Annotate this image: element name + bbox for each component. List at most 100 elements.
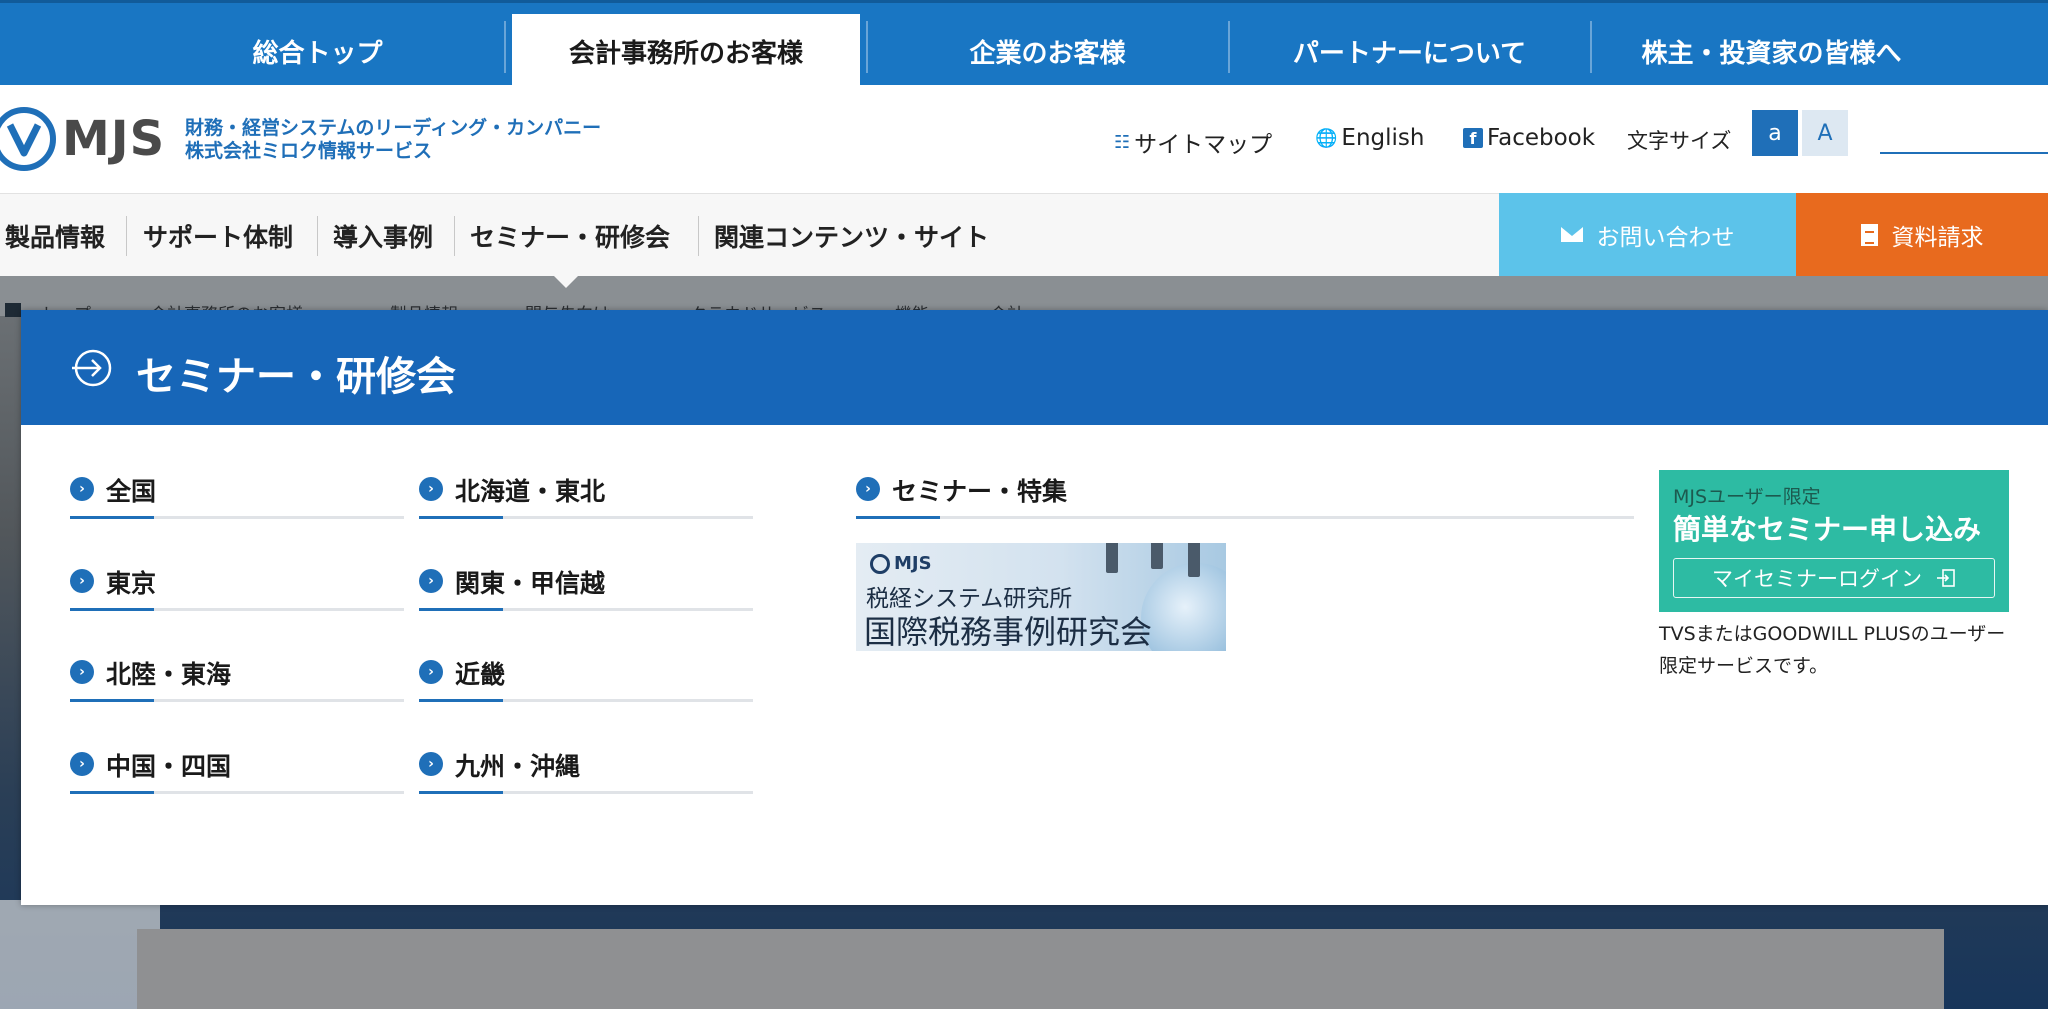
my-seminar-login-button[interactable]: マイセミナーログイン	[1673, 558, 1995, 598]
link-underline-accent	[70, 699, 154, 702]
chevron-circle-icon: ›	[70, 477, 94, 501]
region-label: 中国・四国	[106, 752, 232, 781]
promo-note: TVSまたはGOODWILL PLUSのユーザー限定サービスです。	[1659, 623, 2006, 677]
subnav-divider	[317, 216, 318, 256]
sitemap-link[interactable]: ☷ サイトマップ	[1114, 125, 1272, 159]
region-label: 九州・沖縄	[455, 752, 581, 781]
seminar-feature-link[interactable]: › セミナー・特集	[856, 467, 1634, 519]
site-header: MJS 財務・経営システムのリーディング・カンパニー 株式会社ミロク情報サービス…	[0, 85, 2048, 193]
background-content-box	[137, 929, 1944, 1009]
banner-brand-text: MJS	[894, 553, 932, 574]
top-nav-divider	[1590, 21, 1592, 73]
region-link-hokkaido-tohoku[interactable]: › 北海道・東北	[419, 467, 753, 519]
chevron-circle-icon: ›	[419, 569, 443, 593]
font-size-label: 文字サイズ	[1627, 129, 1732, 153]
my-seminar-promo[interactable]: MJSユーザー限定 簡単なセミナー申し込み マイセミナーログイン	[1659, 470, 2009, 612]
contact-button[interactable]: お問い合わせ	[1499, 193, 1796, 276]
promo-heading: 簡単なセミナー申し込み	[1673, 513, 1982, 546]
login-button-label: マイセミナーログイン	[1712, 567, 1922, 591]
region-link-kyushu-okinawa[interactable]: › 九州・沖縄	[419, 742, 753, 794]
banner-title: 国際税務事例研究会	[864, 613, 1153, 651]
region-label: 東京	[106, 569, 157, 598]
tab-companies[interactable]: 企業のお客様	[870, 14, 1225, 88]
subnav-seminars[interactable]: セミナー・研修会	[470, 194, 670, 277]
top-nav-divider	[1228, 21, 1230, 73]
chevron-circle-icon: ›	[419, 660, 443, 684]
chevron-circle-icon: ›	[70, 752, 94, 776]
top-nav: 総合トップ 会計事務所のお客様 企業のお客様 パートナーについて 株主・投資家の…	[0, 0, 2048, 88]
background-shape	[0, 900, 160, 1009]
mega-menu-title: セミナー・研修会	[136, 354, 456, 400]
english-link[interactable]: 🌐 English	[1315, 125, 1424, 151]
link-underline-accent	[70, 608, 154, 611]
search-input[interactable]	[1880, 152, 2048, 154]
subnav-products[interactable]: 製品情報	[5, 194, 105, 277]
tab-investors[interactable]: 株主・投資家の皆様へ	[1594, 14, 1949, 88]
english-label: English	[1341, 125, 1425, 151]
region-link-kinki[interactable]: › 近畿	[419, 650, 753, 702]
subnav-support[interactable]: サポート体制	[143, 194, 293, 277]
seminar-mega-menu: セミナー・研修会 › 全国 › 東京 › 北陸・東海 › 中国・四国 › 北海道…	[21, 310, 2048, 905]
region-link-hokuriku-tokai[interactable]: › 北陸・東海	[70, 650, 404, 702]
region-link-zenkoku[interactable]: › 全国	[70, 467, 404, 519]
region-link-chugoku-shikoku[interactable]: › 中国・四国	[70, 742, 404, 794]
region-link-tokyo[interactable]: › 東京	[70, 559, 404, 611]
tab-general-top[interactable]: 総合トップ	[175, 14, 460, 88]
subnav-related[interactable]: 関連コンテンツ・サイト	[714, 194, 989, 277]
link-underline-accent	[419, 791, 503, 794]
link-underline-accent	[419, 516, 503, 519]
tagline-line-1: 財務・経営システムのリーディング・カンパニー	[185, 117, 602, 139]
font-size-small-button[interactable]: a	[1752, 110, 1798, 156]
promo-eyebrow: MJSユーザー限定	[1673, 486, 1821, 508]
link-underline-accent	[856, 516, 940, 519]
subnav-divider	[454, 216, 455, 256]
home-icon[interactable]	[5, 303, 21, 317]
seminar-feature-label: セミナー・特集	[892, 477, 1068, 506]
tagline-line-2: 株式会社ミロク情報サービス	[185, 140, 433, 162]
banner-brand: MJS	[870, 553, 932, 574]
contact-label: お問い合わせ	[1596, 224, 1735, 251]
subnav-divider	[698, 216, 699, 256]
tab-accounting-firms[interactable]: 会計事務所のお客様	[512, 14, 860, 88]
chevron-circle-icon: ›	[70, 660, 94, 684]
request-docs-label: 資料請求	[1891, 224, 1984, 251]
mail-icon	[1560, 227, 1583, 242]
active-menu-caret	[553, 275, 579, 288]
mjs-logo-icon[interactable]	[0, 107, 56, 171]
chevron-circle-icon: ›	[70, 569, 94, 593]
globe-icon: 🌐	[1315, 127, 1338, 149]
region-link-kanto-koshinetsu[interactable]: › 関東・甲信越	[419, 559, 753, 611]
facebook-label: Facebook	[1487, 125, 1596, 151]
tab-partners[interactable]: パートナーについて	[1232, 14, 1587, 88]
mega-menu-header[interactable]: セミナー・研修会	[21, 310, 2048, 425]
top-nav-divider	[866, 21, 868, 73]
login-icon	[1937, 569, 1955, 587]
logo-text[interactable]: MJS	[62, 111, 165, 167]
region-label: 北陸・東海	[106, 660, 232, 689]
request-docs-button[interactable]: 資料請求	[1796, 193, 2048, 276]
document-icon	[1860, 223, 1878, 246]
sitemap-icon: ☷	[1114, 131, 1131, 153]
link-underline-accent	[70, 791, 154, 794]
link-underline	[856, 516, 1634, 519]
subnav-case-studies[interactable]: 導入事例	[333, 194, 433, 277]
chevron-circle-icon: ›	[419, 477, 443, 501]
region-label: 全国	[106, 477, 157, 506]
region-label: 近畿	[455, 660, 506, 689]
link-underline-accent	[419, 608, 503, 611]
tax-study-banner[interactable]: MJS 税経システム研究所 国際税務事例研究会	[856, 543, 1226, 651]
arrow-circle-icon	[72, 349, 112, 387]
company-tagline: 財務・経営システムのリーディング・カンパニー 株式会社ミロク情報サービス	[185, 117, 601, 163]
facebook-link[interactable]: f Facebook	[1463, 125, 1595, 151]
mjs-logo-icon	[870, 553, 890, 574]
link-underline-accent	[70, 516, 154, 519]
subnav-divider	[126, 216, 127, 256]
chevron-circle-icon: ›	[856, 477, 880, 501]
sitemap-label: サイトマップ	[1134, 132, 1273, 158]
region-label: 関東・甲信越	[455, 569, 606, 598]
chevron-circle-icon: ›	[419, 752, 443, 776]
person-figure	[1106, 543, 1118, 573]
globe-image	[1141, 563, 1226, 651]
region-label: 北海道・東北	[455, 477, 606, 506]
font-size-large-button[interactable]: A	[1802, 110, 1848, 156]
